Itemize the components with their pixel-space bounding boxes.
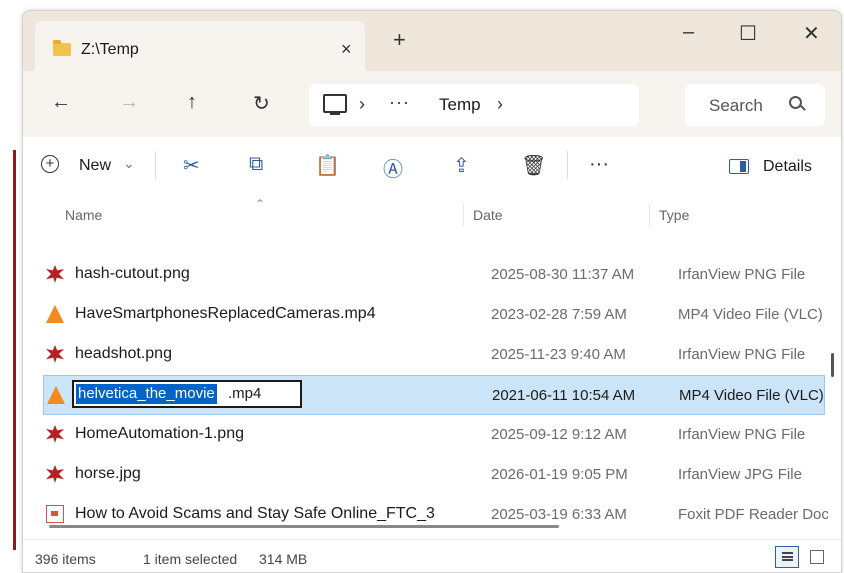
list-item-selected[interactable]: helvetica_the_movie .mp4 2021-06-11 10:5… <box>43 375 825 415</box>
up-button[interactable]: ↑ <box>187 91 197 114</box>
tab-title: Z:\Temp <box>81 41 139 58</box>
back-button[interactable]: ← <box>51 91 71 114</box>
file-name: HaveSmartphonesReplacedCameras.mp4 <box>75 305 376 322</box>
chevron-right-icon[interactable]: › <box>497 94 503 115</box>
refresh-button[interactable]: ↻ <box>253 91 270 116</box>
file-date: 2026-01-19 9:05 PM <box>491 466 628 483</box>
list-item[interactable]: horse.jpg 2026-01-19 9:05 PM IrfanView J… <box>43 455 823 493</box>
new-tab-button[interactable]: + <box>393 27 406 53</box>
thumbnail-view-icon <box>810 550 824 564</box>
new-button[interactable]: New <box>79 157 111 175</box>
horizontal-scrollbar[interactable] <box>49 525 559 528</box>
chevron-down-icon[interactable]: ⌄ <box>123 155 135 172</box>
file-name: HomeAutomation-1.png <box>75 425 244 442</box>
status-bar: 396 items 1 item selected 314 MB <box>23 539 841 572</box>
sort-ascending-icon: ⌃ <box>255 197 266 211</box>
divider <box>567 151 568 179</box>
column-headers: ⌃ Name Date Type <box>23 195 841 231</box>
file-date: 2021-06-11 10:54 AM <box>492 387 636 404</box>
column-separator[interactable] <box>463 203 464 227</box>
maximize-button[interactable]: ☐ <box>739 21 757 46</box>
file-explorer-window: Z:\Temp × + – ☐ ✕ ← → ↑ ↻ › ··· Temp › S… <box>22 10 842 573</box>
details-pane-icon[interactable] <box>729 159 749 174</box>
list-item[interactable]: headshot.png 2025-11-23 9:40 AM IrfanVie… <box>43 335 823 373</box>
file-date: 2023-02-28 7:59 AM <box>491 306 627 323</box>
command-bar: + New ⌄ ✂ ⧉ 📋 Ⓐ ⇪ 🗑 ··· Details <box>23 137 841 196</box>
selection-size: 314 MB <box>259 551 308 567</box>
selection-count: 1 item selected <box>143 551 238 567</box>
column-header-type[interactable]: Type <box>659 207 689 223</box>
pdf-icon <box>46 505 64 523</box>
address-bar[interactable]: › ··· Temp › <box>309 84 639 126</box>
list-item[interactable]: hash-cutout.png 2025-08-30 11:37 AM Irfa… <box>43 255 823 293</box>
item-count: 396 items <box>35 551 96 567</box>
paste-icon[interactable]: 📋 <box>315 153 340 178</box>
breadcrumb-temp[interactable]: Temp <box>439 95 481 115</box>
navigation-bar: ← → ↑ ↻ › ··· Temp › Search <box>23 71 841 137</box>
file-name: headshot.png <box>75 345 172 362</box>
chevron-right-icon[interactable]: › <box>359 94 365 115</box>
file-type: IrfanView PNG File <box>678 346 806 363</box>
more-path-button[interactable]: ··· <box>389 92 410 113</box>
more-options-button[interactable]: ··· <box>589 153 609 176</box>
list-item-partial[interactable] <box>43 235 743 241</box>
share-icon[interactable]: ⇪ <box>453 153 470 178</box>
file-type: MP4 Video File (VLC) <box>679 387 824 404</box>
file-type: IrfanView PNG File <box>678 426 806 443</box>
rename-input[interactable]: helvetica_the_movie .mp4 <box>72 380 302 408</box>
irfanview-jpg-icon <box>46 465 64 483</box>
rename-icon[interactable]: Ⓐ <box>383 153 403 182</box>
background-window-edge <box>13 150 16 550</box>
file-name: horse.jpg <box>75 465 141 482</box>
delete-icon[interactable]: 🗑 <box>521 153 546 178</box>
file-date: 2025-08-30 11:37 AM <box>491 266 635 283</box>
tiles-view-button[interactable] <box>805 546 829 568</box>
title-bar: Z:\Temp × + – ☐ ✕ <box>23 11 841 71</box>
file-name: How to Avoid Scams and Stay Safe Online_… <box>75 505 435 522</box>
rename-extension-text: .mp4 <box>228 385 262 402</box>
copy-icon[interactable]: ⧉ <box>249 153 263 176</box>
file-date: 2025-03-19 6:33 AM <box>491 506 627 523</box>
minimize-button[interactable]: – <box>683 21 694 44</box>
search-input[interactable]: Search <box>709 96 763 116</box>
vertical-scrollbar[interactable] <box>831 353 834 377</box>
folder-icon <box>53 40 71 56</box>
forward-button[interactable]: → <box>119 91 139 114</box>
new-plus-icon[interactable]: + <box>41 155 59 173</box>
tab-temp[interactable]: Z:\Temp × <box>35 21 365 71</box>
file-type: MP4 Video File (VLC) <box>678 306 823 323</box>
details-button[interactable]: Details <box>763 158 812 176</box>
list-item[interactable]: HomeAutomation-1.png 2025-09-12 9:12 AM … <box>43 415 823 453</box>
details-view-button[interactable] <box>775 546 799 568</box>
irfanview-png-icon <box>46 265 64 283</box>
cut-icon[interactable]: ✂ <box>183 153 200 178</box>
tab-close-icon[interactable]: × <box>341 39 352 60</box>
irfanview-png-icon <box>46 425 64 443</box>
search-box[interactable]: Search <box>685 84 825 126</box>
irfanview-png-icon <box>46 345 64 363</box>
file-name: hash-cutout.png <box>75 265 190 282</box>
vlc-icon <box>46 305 64 323</box>
this-pc-icon[interactable] <box>323 94 347 115</box>
list-view-icon <box>782 552 793 561</box>
list-item[interactable]: HaveSmartphonesReplacedCameras.mp4 2023-… <box>43 295 823 333</box>
search-icon <box>789 96 802 109</box>
file-list: hash-cutout.png 2025-08-30 11:37 AM Irfa… <box>23 231 841 531</box>
file-type: Foxit PDF Reader Doc <box>678 506 829 523</box>
column-header-name[interactable]: Name <box>65 207 102 223</box>
file-date: 2025-11-23 9:40 AM <box>491 346 626 363</box>
divider <box>155 151 156 179</box>
rename-selected-text: helvetica_the_movie <box>76 384 217 404</box>
file-type: IrfanView JPG File <box>678 466 802 483</box>
column-header-date[interactable]: Date <box>473 207 503 223</box>
file-type: IrfanView PNG File <box>678 266 806 283</box>
column-separator[interactable] <box>649 203 650 227</box>
vlc-icon <box>47 386 65 404</box>
close-button[interactable]: ✕ <box>803 21 820 46</box>
file-date: 2025-09-12 9:12 AM <box>491 426 627 443</box>
